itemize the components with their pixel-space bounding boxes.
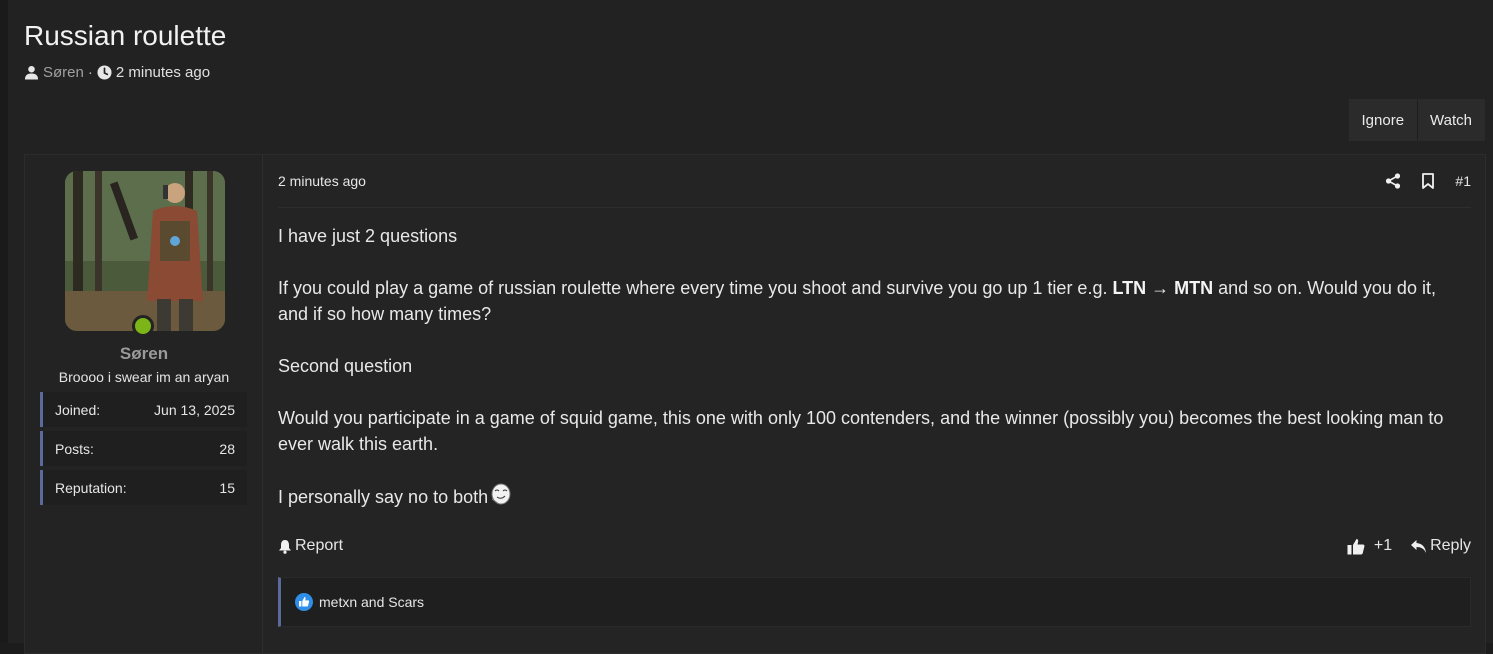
ignore-button[interactable]: Ignore (1348, 99, 1418, 141)
user-title: Broooo i swear im an aryan (58, 369, 230, 385)
arrow-text: → (1146, 278, 1175, 298)
footer-actions: +1 Reply (1347, 537, 1471, 555)
post-text: I personally say no to both (278, 487, 489, 507)
stat-label: Posts: (55, 440, 94, 457)
thumbs-up-icon (1347, 538, 1365, 554)
post: Søren Broooo i swear im an aryan Joined:… (24, 154, 1486, 654)
post-user-cell: Søren Broooo i swear im an aryan Joined:… (25, 155, 263, 653)
report-link[interactable]: Report (278, 537, 343, 555)
reactions-bar[interactable]: metxn and Scars (278, 577, 1471, 627)
stat-label: Joined: (55, 401, 101, 418)
post-username[interactable]: Søren (25, 344, 263, 364)
stat-value: Jun 13, 2025 (154, 401, 235, 418)
like-button[interactable]: +1 (1347, 537, 1392, 555)
user-icon (24, 65, 39, 80)
post-paragraph: Second question (278, 356, 413, 376)
like-count: +1 (1373, 537, 1393, 554)
stat-reputation: Reputation: 15 (40, 470, 247, 505)
stat-posts: Posts: 28 (40, 431, 247, 466)
stat-joined: Joined: Jun 13, 2025 (40, 392, 247, 427)
post-footer: Report +1 Reply (278, 533, 1471, 559)
thread-title: Russian roulette (24, 20, 227, 51)
smug-face-icon (491, 483, 511, 505)
post-number[interactable]: #1 (1455, 173, 1471, 189)
like-reaction-icon (295, 593, 313, 611)
page: Russian roulette Søren · 2 minutes ago I… (0, 0, 1493, 654)
thread-meta: Søren · 2 minutes ago (24, 64, 210, 81)
post-bold-text: MTN (1174, 278, 1214, 298)
watch-button[interactable]: Watch (1417, 99, 1485, 141)
post-message-cell: 2 minutes ago #1 I have just 2 questions (264, 155, 1485, 653)
stat-value: 15 (219, 479, 235, 496)
reactions-text: metxn and Scars (319, 594, 425, 610)
post-body: I have just 2 questions If you could pla… (278, 223, 1455, 536)
post-paragraph: I have just 2 questions (278, 226, 458, 246)
post-bold-text: LTN (1112, 278, 1147, 298)
meta-separator: · (87, 64, 93, 81)
post-header: 2 minutes ago #1 (278, 155, 1471, 208)
online-status-indicator (132, 315, 154, 337)
reply-label: Reply (1430, 537, 1471, 554)
post-paragraph: Would you participate in a game of squid… (278, 408, 1444, 454)
stat-label: Reputation: (55, 479, 127, 496)
avatar-image (65, 171, 225, 331)
post-paragraph: If you could play a game of russian roul… (278, 275, 1455, 327)
reply-button[interactable]: Reply (1410, 537, 1471, 555)
share-icon[interactable] (1385, 173, 1401, 189)
post-paragraph: I personally say no to both (278, 483, 1455, 510)
bell-icon (279, 539, 291, 554)
post-text: If you could play a game of russian roul… (278, 278, 1113, 298)
report-label: Report (295, 537, 344, 554)
thread-action-bar: Ignore Watch (1348, 99, 1485, 141)
reply-icon (1411, 539, 1427, 553)
bookmark-icon[interactable] (1421, 173, 1435, 189)
avatar[interactable] (65, 171, 225, 331)
post-tools: #1 (1385, 173, 1471, 189)
thread-author[interactable]: Søren (43, 64, 84, 81)
clock-icon (97, 65, 112, 80)
thread-time[interactable]: 2 minutes ago (116, 64, 210, 81)
left-edge (0, 0, 8, 643)
stat-value: 28 (219, 440, 235, 457)
post-date[interactable]: 2 minutes ago (278, 173, 366, 189)
